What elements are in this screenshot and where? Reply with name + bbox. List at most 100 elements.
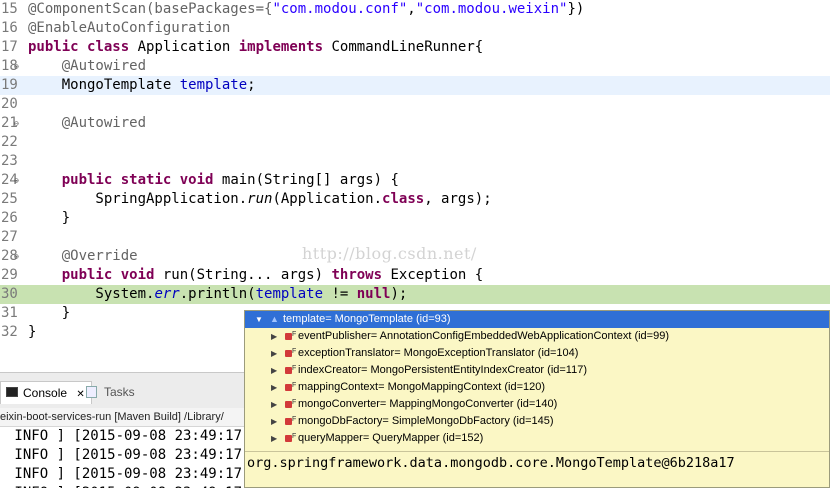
private-field-icon: F — [285, 416, 296, 425]
line-number: 26 — [1, 210, 18, 226]
code-line[interactable]: 19 MongoTemplate template; — [0, 76, 830, 95]
code-token: != — [323, 286, 357, 302]
code-text: public static void main(String[] args) { — [28, 171, 399, 190]
code-text: @Autowired — [28, 114, 146, 133]
close-icon[interactable]: ✕ — [76, 389, 84, 400]
tree-child-row[interactable]: ▶ FmongoDbFactory= SimpleMongoDbFactory (… — [245, 413, 829, 430]
final-marker-icon: F — [292, 365, 297, 372]
chevron-right-icon[interactable]: ▶ — [271, 328, 277, 345]
private-field-icon: F — [285, 348, 296, 357]
code-text: System.err.println(template != null); — [28, 285, 407, 304]
code-token: null — [356, 286, 391, 302]
console-launch-title: eixin-boot-services-run [Maven Build] /L… — [0, 408, 245, 427]
code-text: @ComponentScan(basePackages={"com.modou.… — [28, 0, 584, 19]
tree-child-row[interactable]: ▶ FqueryMapper= QueryMapper (id=152) — [245, 430, 829, 447]
code-token: public — [61, 267, 113, 283]
code-line[interactable]: 22 — [0, 133, 830, 152]
tree-child-label: mappingContext= MongoMappingContext (id=… — [298, 381, 546, 393]
chevron-right-icon[interactable]: ▶ — [271, 379, 277, 396]
code-token: err — [154, 286, 180, 302]
chevron-down-icon[interactable]: ▼ — [255, 311, 263, 328]
chevron-right-icon[interactable]: ▶ — [271, 430, 277, 447]
line-number: 29 — [1, 267, 18, 283]
tasks-icon — [86, 386, 97, 398]
chevron-right-icon[interactable]: ▶ — [271, 345, 277, 362]
fold-toggle-icon[interactable]: ⊖ — [14, 247, 19, 266]
code-token: throws — [331, 267, 383, 283]
code-token: .println( — [179, 286, 256, 302]
fold-toggle-icon[interactable]: ⊖ — [14, 171, 19, 190]
tab-console[interactable]: Console ✕ — [0, 381, 92, 404]
code-token: @EnableAutoConfiguration — [28, 20, 231, 36]
code-token: @Override — [28, 248, 138, 264]
debug-hover-popup[interactable]: ▼ ▲ template= MongoTemplate (id=93) ▶ Fev… — [244, 310, 830, 488]
tree-child-row[interactable]: ▶ FindexCreator= MongoPersistentEntityInd… — [245, 362, 829, 379]
code-text: MongoTemplate template; — [28, 76, 256, 95]
tree-child-label: mongoConverter= MappingMongoConverter (i… — [298, 398, 558, 410]
tab-console-label: Console — [23, 386, 68, 400]
console-log-line: INFO ] [2015-09-08 23:49:17] c — [0, 484, 245, 488]
code-line[interactable]: 18 ⊖ @Autowired — [0, 57, 830, 76]
tree-child-label: eventPublisher= AnnotationConfigEmbedded… — [298, 330, 669, 342]
code-text: public class Application implements Comm… — [28, 38, 483, 57]
chevron-right-icon[interactable]: ▶ — [271, 362, 277, 379]
code-token: class — [382, 191, 425, 207]
tree-root-row[interactable]: ▼ ▲ template= MongoTemplate (id=93) — [245, 311, 829, 328]
console-log-line: INFO ] [2015-09-08 23:49:17] c — [6, 428, 245, 444]
chevron-right-icon[interactable]: ▶ — [271, 413, 277, 430]
tree-child-row[interactable]: ▶ FeventPublisher= AnnotationConfigEmbedd… — [245, 328, 829, 345]
code-token: } — [28, 324, 37, 340]
code-line[interactable]: 21 ⊖ @Autowired — [0, 114, 830, 133]
code-line[interactable]: 24 ⊖ public static void main(String[] arg… — [0, 171, 830, 190]
code-token: @Autowired — [28, 115, 147, 131]
private-field-icon: F — [285, 331, 296, 340]
code-token: void — [120, 267, 155, 283]
code-line[interactable]: 29 public void run(String... args) throw… — [0, 266, 830, 285]
line-number: 25 — [1, 191, 18, 207]
code-token: System. — [28, 286, 155, 302]
console-log-line: INFO ] [2015-09-08 23:49:17] c — [6, 447, 245, 463]
tree-child-row[interactable]: ▶ FexceptionTranslator= MongoExceptionTra… — [245, 345, 829, 362]
final-marker-icon: F — [292, 433, 297, 440]
private-field-icon: F — [285, 365, 296, 374]
code-line[interactable]: 16 @EnableAutoConfiguration — [0, 19, 830, 38]
code-line[interactable]: 25 SpringApplication.run(Application.cla… — [0, 190, 830, 209]
line-number: 32 — [1, 324, 18, 340]
line-number: 19 — [1, 77, 18, 93]
code-token: run(String... args) — [154, 267, 332, 283]
tab-tasks-label: Tasks — [104, 385, 135, 399]
code-token: template — [179, 77, 248, 93]
code-line[interactable]: 15 @ComponentScan(basePackages={"com.modo… — [0, 0, 830, 19]
line-number: 31 — [1, 305, 18, 321]
code-token: void — [179, 172, 214, 188]
code-text: } — [28, 304, 70, 323]
tree-child-row[interactable]: ▶ FmongoConverter= MappingMongoConverter … — [245, 396, 829, 413]
fold-toggle-icon[interactable]: ⊖ — [14, 114, 19, 133]
code-line[interactable]: 20 — [0, 95, 830, 114]
tree-child-label: queryMapper= QueryMapper (id=152) — [298, 432, 484, 444]
line-number: 17 — [1, 39, 18, 55]
code-token: ; — [247, 77, 256, 93]
code-token: ); — [390, 286, 408, 302]
code-token: CommandLineRunner{ — [323, 39, 484, 55]
code-line[interactable]: 26 } — [0, 209, 830, 228]
code-token: (Application. — [272, 191, 383, 207]
code-line[interactable]: 17 public class Application implements Co… — [0, 38, 830, 57]
fold-toggle-icon[interactable]: ⊖ — [14, 57, 19, 76]
code-token: MongoTemplate — [28, 77, 180, 93]
console-output[interactable]: INFO ] [2015-09-08 23:49:17] c INFO ] [2… — [0, 427, 245, 488]
final-marker-icon: F — [292, 416, 297, 423]
chevron-right-icon[interactable]: ▶ — [271, 396, 277, 413]
code-token: "com.modou.weixin" — [415, 1, 568, 17]
tree-child-row[interactable]: ▶ FmappingContext= MongoMappingContext (i… — [245, 379, 829, 396]
line-number: 16 — [1, 20, 18, 36]
tab-tasks[interactable]: Tasks — [86, 381, 135, 403]
code-line[interactable]: 30 System.err.println(template != null); — [0, 285, 830, 304]
code-line[interactable]: 23 — [0, 152, 830, 171]
code-token: main(String[] args) { — [213, 172, 399, 188]
